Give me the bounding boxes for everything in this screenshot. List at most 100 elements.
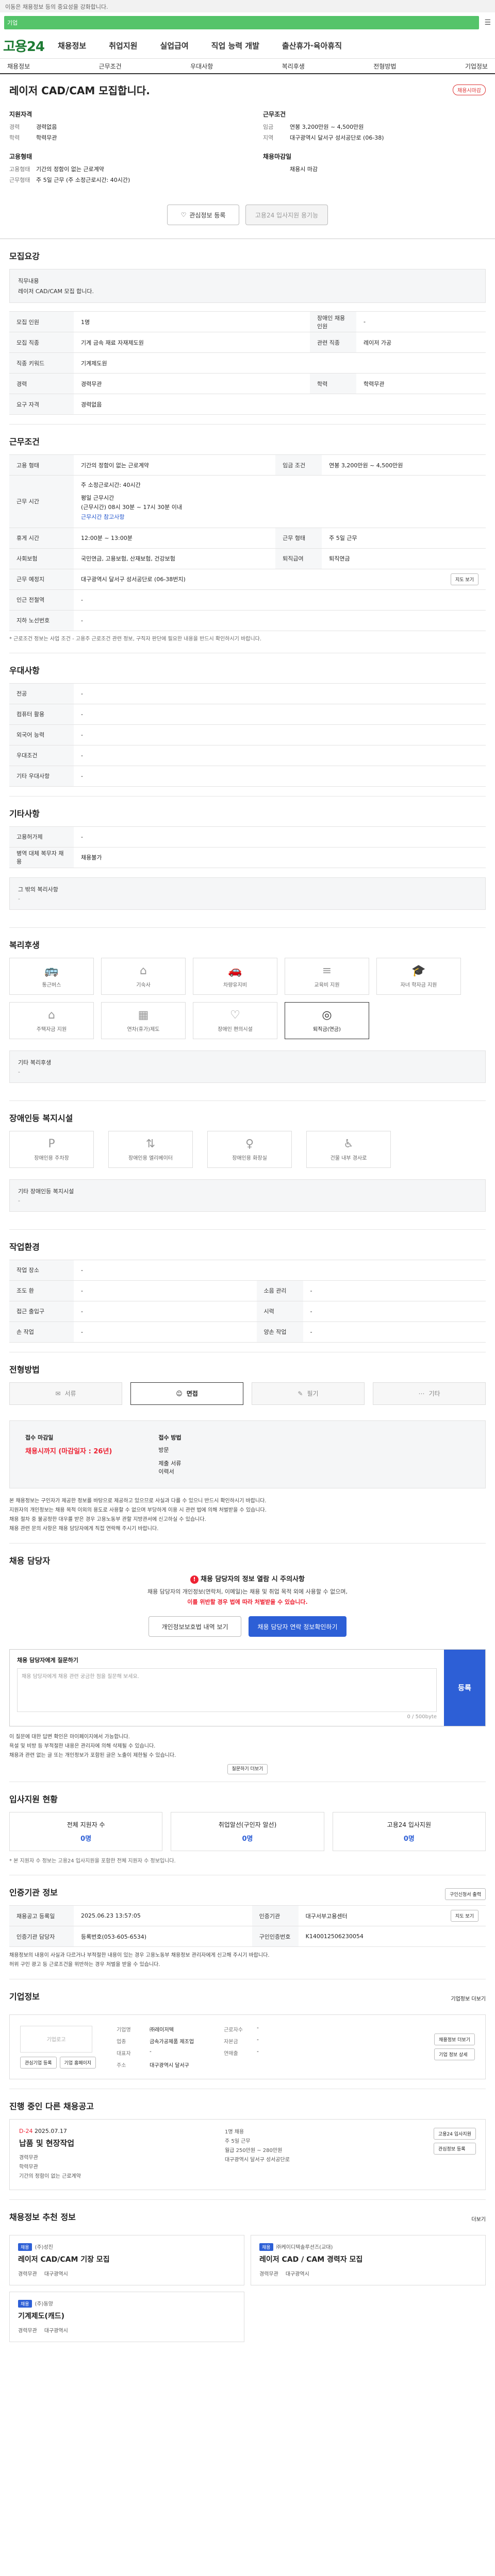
work-hours-line[interactable]: 근무시간 참고사항 <box>81 513 478 522</box>
stat-value: 0명 <box>403 1835 415 1843</box>
recommend-card[interactable]: 채용 (주)성진 레이저 CAD/CAM 기장 모집 경력무관 대구광역시 <box>9 2235 244 2286</box>
summary-left: 지원자격 경력 경력없음 학력 학력무관 고용형태 고용형태 기간의 정함이 없는 근로계약 근… <box>9 110 232 194</box>
note-line: 지원자의 개인정보는 채용 목적 이외의 용도로 사용할 수 없으며 부당하게 … <box>9 1507 267 1513</box>
other-title: 기타사항 <box>9 808 40 819</box>
section-tab[interactable]: 기업정보 <box>465 62 488 71</box>
company-save-button[interactable]: 관심기업 등록 <box>20 2056 57 2069</box>
company-home-button[interactable]: 기업 홈페이지 <box>59 2056 96 2069</box>
other-job-card[interactable]: D-24 2025.07.17 납품 및 현장작업 경력무관 학력무관 기간의 정함… <box>9 2119 486 2191</box>
save-interest-button[interactable]: ♡ 관심정보 등록 <box>167 205 239 225</box>
privacy-button[interactable]: 개인정보보호법 내역 보기 <box>148 1616 241 1637</box>
table-row: 모집 인원 1명 장애인 채용 인원 - <box>9 311 486 332</box>
section-tab[interactable]: 채용정보 <box>7 62 30 71</box>
apply-stat: 취업알선(구인자 알선) 0명 <box>171 1812 324 1852</box>
search-input[interactable]: 기업 <box>4 16 480 29</box>
summary-key: 경력 <box>9 124 20 130</box>
table-row: 병역 대체 복무자 채용 채용불가 <box>9 846 486 868</box>
section-tab[interactable]: 근무조건 <box>99 62 122 71</box>
job-meta: 학력무관 <box>19 2164 38 2171</box>
company-value: ㈜레이저텍 <box>150 2027 174 2033</box>
method-section: 전형방법 ✉ 서류 ☺ 면접 ✎ 필기 ⋯ 기타 접수 마감일 채용시까지 (마감일자 : 2… <box>9 1352 486 1544</box>
cell-value: - <box>74 703 486 725</box>
cell-value: - <box>74 1321 257 1343</box>
cell-key: 인증기관 <box>252 1905 299 1927</box>
calendar-icon: ▦ <box>138 1008 149 1022</box>
recommend-more-link[interactable]: 더보기 <box>471 2215 486 2223</box>
summary-row: 고용형태 기간의 정함이 없는 근로계약 <box>9 165 232 173</box>
job-date: 2025.07.17 <box>34 2128 67 2135</box>
welfare-item: ⌂ 기숙사 <box>101 957 186 995</box>
facility-item: ⇅ 장애인용 엘리베이터 <box>108 1130 193 1168</box>
nav-item[interactable]: 출산휴가·육아휴직 <box>282 40 342 51</box>
company-value: - <box>257 2025 259 2031</box>
house-icon: ⌂ <box>48 1008 55 1022</box>
restroom-icon: ♀ <box>245 1137 254 1150</box>
welfare-item: ≡ 교육비 지원 <box>285 957 369 995</box>
address-text: 대구광역시 달서구 성서공단로 (06-38번지) <box>81 576 186 583</box>
method-item: ✉ 서류 <box>9 1382 122 1405</box>
company-action-button[interactable]: 채용정보 더보기 <box>434 2033 475 2046</box>
welfare-item: ⌂ 주택자금 지원 <box>9 1002 94 1039</box>
cell-value: - <box>74 609 486 631</box>
agency-table: 채용공고 등록일 2025.06.23 13:57:05 인증기관 대구서부고용센터 지… <box>9 1905 486 1947</box>
company-key: 대표자 <box>117 2051 131 2057</box>
section-tab[interactable]: 복리후생 <box>282 62 305 71</box>
cell-key: 양손 작업 <box>256 1321 303 1343</box>
map-button[interactable]: 지도 보기 <box>451 573 478 585</box>
table-row: 지하 노선번호 - <box>9 609 486 631</box>
question-textarea[interactable]: 채용 담당자에게 채용 관련 궁금한 점을 질문해 보세요. <box>17 1668 437 1713</box>
facility-label: 장애인용 엘리베이터 <box>128 1155 173 1161</box>
heart-icon: ♡ <box>180 211 187 218</box>
nav-item[interactable]: 직업 능력 개발 <box>211 40 259 51</box>
work-env-section: 작업환경 작업 장소 - 조도 환 - 소음 관리 - 접근 출입구 - 시력 - 손 작업 - 양손 … <box>9 1230 486 1352</box>
section-tab[interactable]: 전형방법 <box>373 62 396 71</box>
recommend-grid: 채용 (주)성진 레이저 CAD/CAM 기장 모집 경력무관 대구광역시 채용 ㈜케이디텍… <box>9 2235 486 2343</box>
book-icon: ≡ <box>322 964 332 977</box>
apply-button[interactable]: 고용24 입사지원 용기능 <box>245 205 328 225</box>
question-more-button[interactable]: 질문하기 더보기 <box>227 1764 268 1775</box>
summary-value: 대구광역시 달서구 성서공단로 (06-38) <box>290 134 384 141</box>
agency-map-button[interactable]: 지도 보기 <box>451 1910 478 1922</box>
cell-key: 퇴직급여 <box>275 548 322 569</box>
apply-info-box: 접수 마감일 채용시까지 (마감일자 : 26년) 접수 방법 방문 제출 서류… <box>9 1420 486 1488</box>
view-contact-button[interactable]: 채용 담당자 연락 정보확인하기 <box>249 1616 346 1637</box>
other-job-save-button[interactable]: 관심정보 등록 <box>434 2143 476 2155</box>
nav-item[interactable]: 채용정보 <box>58 40 86 51</box>
recommend-card[interactable]: 채용 (주)동양 기계제도(캐드) 경력무관 대구광역시 <box>9 2292 244 2343</box>
nav-item[interactable]: 취업지원 <box>109 40 137 51</box>
welfare-label: 교육비 지원 <box>314 982 340 988</box>
cell-key: 모집 직종 <box>9 332 74 353</box>
cell-value: 학력무관 <box>356 373 486 394</box>
print-button[interactable]: 구인신청서 출력 <box>445 1888 486 1900</box>
cell-value: - <box>303 1300 486 1322</box>
company-more-link[interactable]: 기업정보 더보기 <box>451 1994 486 2002</box>
nav-item[interactable]: 실업급여 <box>160 40 188 51</box>
summary-value: 주 5일 근무 (주 소정근로시간: 40시간) <box>36 177 130 183</box>
site-logo[interactable]: 고용24 <box>3 36 45 55</box>
other-etc-value: - <box>18 895 20 902</box>
alert-icon: ! <box>190 1575 199 1584</box>
apply-stats: 전체 지원자 수 0명 취업알선(구인자 알선) 0명 고용24 입사지원 0명 <box>9 1812 486 1852</box>
other-job-apply-button[interactable]: 고용24 입사지원 <box>434 2128 476 2140</box>
cell-value: - <box>74 1280 257 1301</box>
cell-key: 경력 <box>9 373 74 394</box>
home-icon: ⌂ <box>140 964 147 977</box>
recommend-card[interactable]: 채용 ㈜케이디텍솔루션즈(교대) 레이저 CAD / CAM 경력자 모집 경력무관 대… <box>251 2235 486 2286</box>
cell-key: 모집 인원 <box>9 311 74 332</box>
cell-value: 기계제도원 <box>74 352 486 374</box>
note-line: 채용과 관련 없는 글 또는 개인정보가 포함된 글은 노출이 제한될 수 있습… <box>9 1753 176 1759</box>
summary-key: 학력 <box>9 134 20 141</box>
menu-icon[interactable]: ☰ <box>484 19 491 27</box>
cell-value: 연봉 3,200만원 ~ 4,500만원 <box>322 454 486 476</box>
question-submit-button[interactable]: 등록 <box>444 1650 485 1726</box>
search-text: 기업 <box>7 20 18 26</box>
company-action-button[interactable]: 기업 정보 상세 <box>434 2048 475 2061</box>
section-tab[interactable]: 우대사항 <box>190 62 213 71</box>
company-value: 금속가공제품 제조업 <box>150 2039 194 2045</box>
company-key: 자본금 <box>224 2039 238 2045</box>
table-row: 인증기관 담당자 등록번호(053-605-6534) 구인인증번호 K1400125… <box>9 1926 486 1947</box>
welfare-label: 통근버스 <box>42 982 61 988</box>
heart-icon: ♡ <box>230 1008 240 1022</box>
facility-item: ♿ 건물 내부 경사로 <box>306 1130 391 1168</box>
cell-value: 주 5일 근무 <box>322 527 486 549</box>
